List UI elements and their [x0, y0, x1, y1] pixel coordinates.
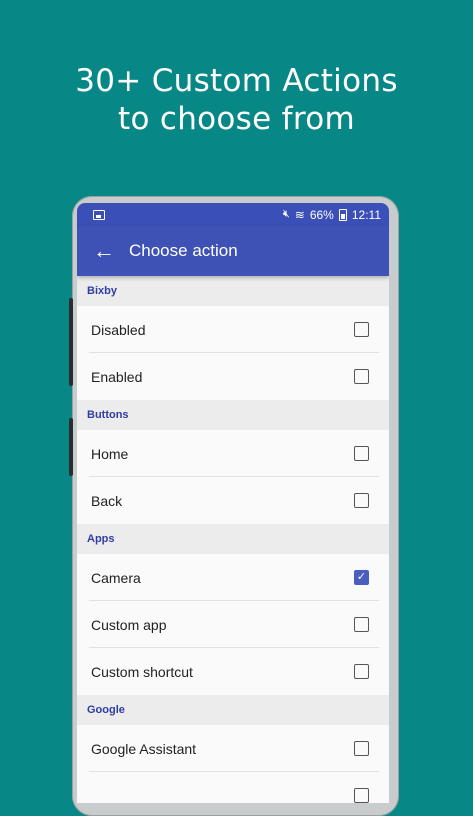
section-header-google: Google [77, 695, 389, 725]
list-item-label: Google Assistant [91, 740, 197, 757]
clock: 12:11 [351, 207, 381, 222]
action-list: Bixby Disabled Enabled Buttons Home Back… [77, 276, 389, 803]
section-header-bixby: Bixby [77, 276, 389, 306]
list-item-label: Camera [91, 569, 141, 586]
app-bar: ← Choose action [77, 226, 389, 276]
checkbox[interactable] [354, 788, 369, 803]
battery-percent: 66% [309, 207, 334, 222]
status-bar: 🔇︎ ≋ 66% 12:11 [77, 203, 389, 226]
phone-side-button [69, 298, 73, 386]
headline: 30+ Custom Actions to choose from [0, 62, 473, 138]
checkbox[interactable] [354, 493, 369, 508]
checkbox[interactable] [354, 741, 369, 756]
list-item-label: Enabled [91, 368, 143, 385]
battery-icon [338, 208, 347, 221]
headline-line-1: 30+ Custom Actions [75, 63, 398, 99]
page-title: Choose action [129, 241, 238, 260]
image-notification-icon [93, 209, 105, 220]
checkbox[interactable] [354, 322, 369, 337]
list-item-label: Back [91, 492, 123, 509]
list-item-back[interactable]: Back [77, 477, 389, 524]
list-item-custom-app[interactable]: Custom app [77, 601, 389, 648]
list-item-enabled[interactable]: Enabled [77, 353, 389, 400]
list-item-label: Custom app [91, 616, 167, 633]
back-arrow-icon[interactable]: ← [93, 238, 125, 264]
phone-side-button [69, 418, 73, 476]
checkbox[interactable] [354, 664, 369, 679]
list-item-label: Disabled [91, 321, 146, 338]
wifi-icon: ≋ [294, 207, 305, 222]
headline-line-2: to choose from [117, 101, 356, 137]
list-item-google-assistant[interactable]: Google Assistant [77, 725, 389, 772]
section-header-buttons: Buttons [77, 400, 389, 430]
phone-screen: 🔇︎ ≋ 66% 12:11 ← Choose action Bixby Dis… [77, 203, 389, 803]
list-item-disabled[interactable]: Disabled [77, 306, 389, 353]
list-item-home[interactable]: Home [77, 430, 389, 477]
checkbox[interactable] [354, 617, 369, 632]
list-item-camera[interactable]: Camera ✓ [77, 554, 389, 601]
checkbox[interactable] [354, 446, 369, 461]
checkmark-icon: ✓ [356, 571, 367, 583]
list-item-label: Custom shortcut [91, 663, 193, 680]
section-header-apps: Apps [77, 524, 389, 554]
list-item-custom-shortcut[interactable]: Custom shortcut [77, 648, 389, 695]
mute-icon: 🔇︎ [282, 208, 290, 220]
list-item-label: Home [91, 445, 129, 462]
checkbox[interactable] [354, 369, 369, 384]
checkbox-checked[interactable]: ✓ [354, 570, 369, 585]
list-item-partial[interactable] [77, 772, 389, 803]
